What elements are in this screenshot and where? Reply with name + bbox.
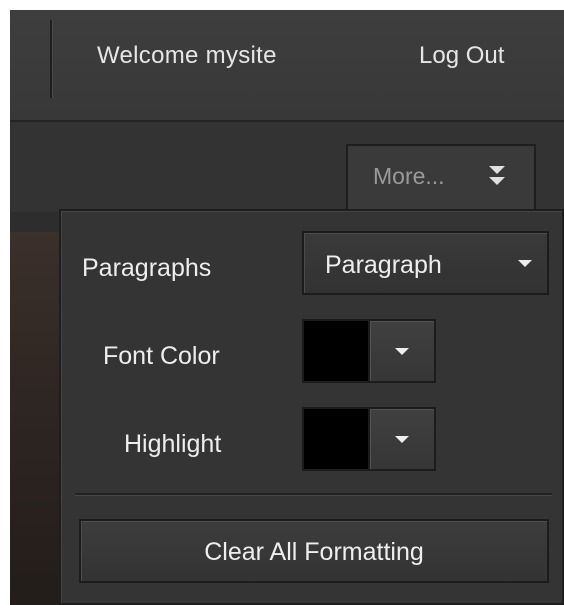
font-color-swatch[interactable] — [304, 321, 368, 381]
paragraphs-label: Paragraphs — [82, 254, 212, 282]
font-color-label: Font Color — [103, 342, 220, 370]
caret-down-icon — [395, 436, 409, 443]
highlight-color-swatch[interactable] — [304, 409, 368, 469]
highlight-label: Highlight — [124, 430, 222, 458]
editor-toolbar: More... — [10, 122, 564, 212]
double-chevron-down-icon — [486, 163, 508, 189]
font-color-dropdown-button[interactable] — [368, 321, 434, 381]
font-color-picker[interactable] — [302, 319, 436, 383]
highlight-color-picker[interactable] — [302, 407, 436, 471]
more-button[interactable]: More... — [346, 144, 536, 212]
caret-down-icon — [395, 348, 409, 355]
topbar-divider — [50, 20, 53, 98]
highlight-dropdown-button[interactable] — [368, 409, 434, 469]
more-button-label: More... — [373, 163, 445, 189]
paragraph-style-select[interactable]: Paragraph — [302, 231, 549, 295]
format-dropdown-panel: Paragraphs Paragraph Font Color Highligh… — [59, 209, 564, 605]
caret-down-icon — [518, 260, 532, 267]
panel-divider — [75, 493, 552, 496]
app-frame: Welcome mysite Log Out More... Paragraph… — [10, 10, 564, 605]
welcome-text: Welcome mysite — [97, 42, 277, 69]
paragraph-style-value: Paragraph — [325, 251, 442, 279]
clear-all-formatting-label: Clear All Formatting — [204, 538, 424, 566]
logout-link[interactable]: Log Out — [419, 42, 504, 70]
clear-all-formatting-button[interactable]: Clear All Formatting — [79, 519, 549, 583]
top-bar: Welcome mysite Log Out — [10, 10, 564, 122]
